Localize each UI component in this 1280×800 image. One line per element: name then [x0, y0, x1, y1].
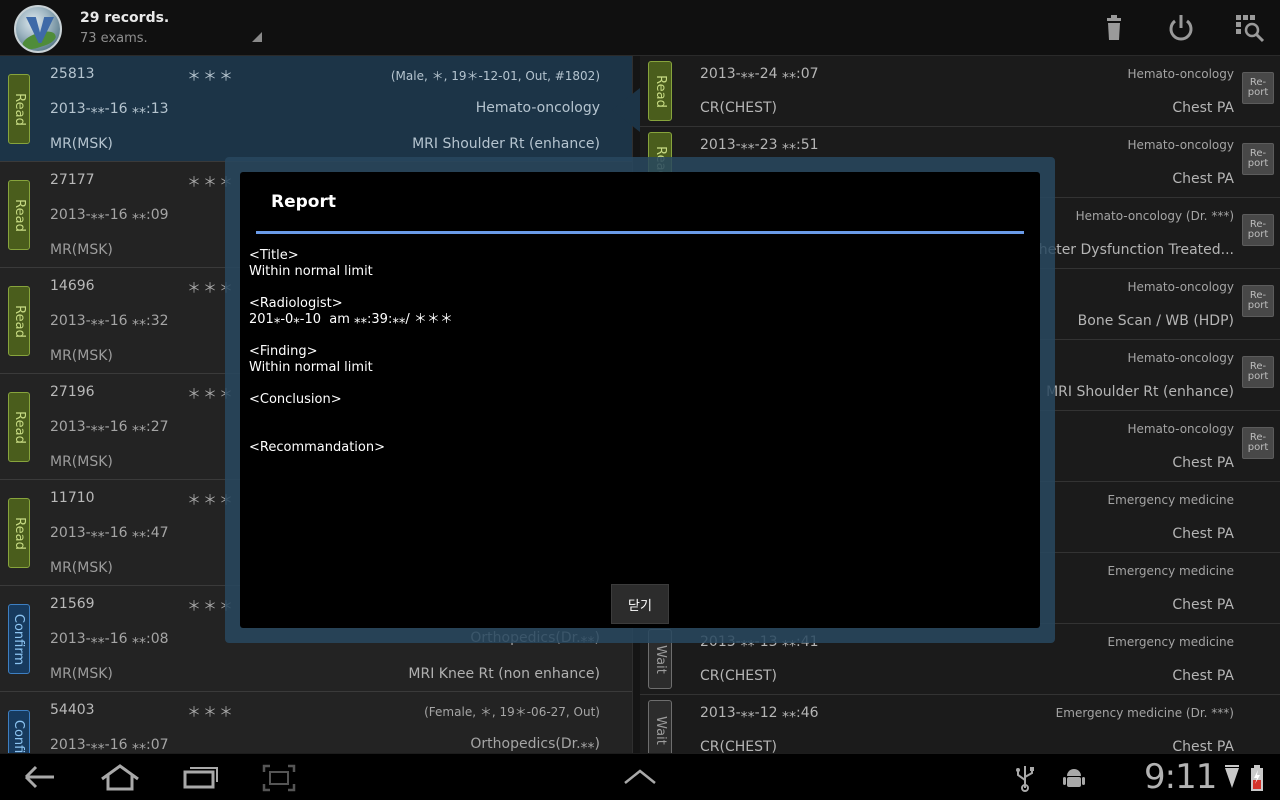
modality: MR(MSK) [50, 454, 113, 470]
department: Emergency medicine [1107, 564, 1234, 578]
top-bar: 29 records. 73 exams. [0, 0, 1280, 56]
modality: MR(MSK) [50, 560, 113, 576]
power-icon[interactable] [1165, 12, 1197, 44]
study-name: Chest PA [1172, 100, 1234, 116]
study-name: Chest PA [1172, 171, 1234, 187]
department: Emergency medicine [1107, 493, 1234, 507]
exam-date: 2013-⁎⁎-24 ⁎⁎:07 [700, 66, 819, 82]
study-name: Chest PA [1172, 739, 1234, 753]
trash-icon[interactable] [1098, 12, 1130, 44]
usb-icon [1013, 764, 1037, 796]
exam-date: 2013-⁎⁎-12 ⁎⁎:46 [700, 705, 819, 721]
report-dialog: Report <Title> Within normal limit <Radi… [240, 172, 1040, 628]
modality: CR(CHEST) [700, 739, 778, 753]
department: Hemato-oncology (Dr. ***) [1075, 209, 1234, 223]
search-grid-icon[interactable] [1234, 12, 1266, 44]
exam-date: 2013-⁎⁎-16 ⁎⁎:32 [50, 313, 169, 329]
signal-icon [1224, 764, 1240, 794]
android-debug-icon [1062, 766, 1086, 794]
status-badge: Read [8, 286, 30, 356]
department: Hemato-oncology [1127, 351, 1234, 365]
exam-date: 2013-⁎⁎-16 ⁎⁎:47 [50, 525, 169, 541]
back-icon[interactable] [22, 764, 58, 794]
department: Hemato-oncology [475, 100, 600, 116]
dialog-divider [256, 231, 1024, 234]
modality: CR(CHEST) [700, 668, 778, 684]
report-button[interactable]: Re-port [1242, 285, 1274, 317]
screenshot-icon[interactable] [262, 764, 296, 796]
status-badge: Read [8, 74, 30, 144]
status-badge: Read [8, 180, 30, 250]
status-badge: Wait [648, 700, 672, 753]
exam-date: 2013-⁎⁎-16 ⁎⁎:08 [50, 631, 169, 647]
patient-id: 14696 [50, 278, 95, 294]
status-badge: Confirm [8, 710, 30, 753]
records-count: 29 records. [80, 10, 170, 26]
status-badge: Read [648, 61, 672, 121]
study-name: MRI Knee Rt (non enhance) [408, 666, 600, 682]
patient-name: ＊＊＊ [187, 705, 235, 721]
patient-info: (Female, ＊, 19＊-06-27, Out) [424, 705, 600, 719]
study-name: Chest PA [1172, 455, 1234, 471]
study-name: Chest PA [1172, 526, 1234, 542]
system-nav-bar: 9:11 [0, 753, 1280, 800]
clock: 9:11 [1144, 757, 1217, 797]
dropdown-corner-icon[interactable] [252, 32, 262, 42]
history-row[interactable]: Wait 2013-⁎⁎-12 ⁎⁎:46 CR(CHEST) Emergenc… [640, 695, 1280, 753]
department: Hemato-oncology [1127, 138, 1234, 152]
department: Hemato-oncology [1127, 67, 1234, 81]
study-name: Chest PA [1172, 668, 1234, 684]
study-name: MRI Shoulder Rt (enhance) [1046, 384, 1234, 400]
department: Hemato-oncology [1127, 280, 1234, 294]
exam-row[interactable]: Read 25813 ＊＊＊ (Male, ＊, 19＊-12-01, Out,… [0, 56, 632, 162]
department: Emergency medicine (Dr. ***) [1055, 706, 1234, 720]
status-badge: Read [8, 498, 30, 568]
exam-date: 2013-⁎⁎-23 ⁎⁎:51 [700, 137, 819, 153]
exam-date: 2013-⁎⁎-16 ⁎⁎:13 [50, 101, 169, 117]
department: Orthopedics(Dr.⁎⁎) [470, 736, 600, 752]
department: Emergency medicine [1107, 635, 1234, 649]
modality: MR(MSK) [50, 348, 113, 364]
exams-count: 73 exams. [80, 31, 148, 46]
patient-id: 21569 [50, 596, 95, 612]
app-logo [14, 5, 62, 53]
report-button[interactable]: Re-port [1242, 72, 1274, 104]
modality: MR(MSK) [50, 242, 113, 258]
history-row[interactable]: Read 2013-⁎⁎-24 ⁎⁎:07 CR(CHEST) Hemato-o… [640, 56, 1280, 127]
study-name: MRI Shoulder Rt (enhance) [412, 136, 600, 152]
home-icon[interactable] [98, 762, 142, 796]
recent-apps-icon[interactable] [182, 764, 220, 794]
dialog-title: Report [271, 192, 336, 212]
patient-id: 27177 [50, 172, 95, 188]
patient-name: ＊＊＊ [187, 69, 235, 85]
exam-date: 2013-⁎⁎-16 ⁎⁎:07 [50, 737, 169, 753]
close-button[interactable]: 닫기 [611, 584, 669, 624]
status-badge: Read [8, 392, 30, 462]
study-name: Bone Scan / WB (HDP) [1077, 313, 1234, 329]
report-button[interactable]: Re-port [1242, 214, 1274, 246]
up-chevron-icon[interactable] [622, 768, 658, 790]
modality: CR(CHEST) [700, 100, 778, 116]
modality: MR(MSK) [50, 136, 113, 152]
patient-id: 27196 [50, 384, 95, 400]
patient-id: 54403 [50, 702, 95, 718]
battery-icon [1250, 764, 1264, 796]
department: Hemato-oncology [1127, 422, 1234, 436]
report-text: <Title> Within normal limit <Radiologist… [249, 248, 453, 455]
modality: MR(MSK) [50, 666, 113, 682]
patient-info: (Male, ＊, 19＊-12-01, Out, #1802) [390, 69, 600, 83]
report-button[interactable]: Re-port [1242, 427, 1274, 459]
status-badge: Confirm [8, 604, 30, 674]
patient-id: 25813 [50, 66, 95, 82]
report-button[interactable]: Re-port [1242, 143, 1274, 175]
exam-date: 2013-⁎⁎-16 ⁎⁎:09 [50, 207, 169, 223]
study-name: Chest PA [1172, 597, 1234, 613]
report-button[interactable]: Re-port [1242, 356, 1274, 388]
patient-id: 11710 [50, 490, 95, 506]
exam-date: 2013-⁎⁎-16 ⁎⁎:27 [50, 419, 169, 435]
exam-row[interactable]: Confirm 54403 ＊＊＊ (Female, ＊, 19＊-06-27,… [0, 692, 632, 753]
